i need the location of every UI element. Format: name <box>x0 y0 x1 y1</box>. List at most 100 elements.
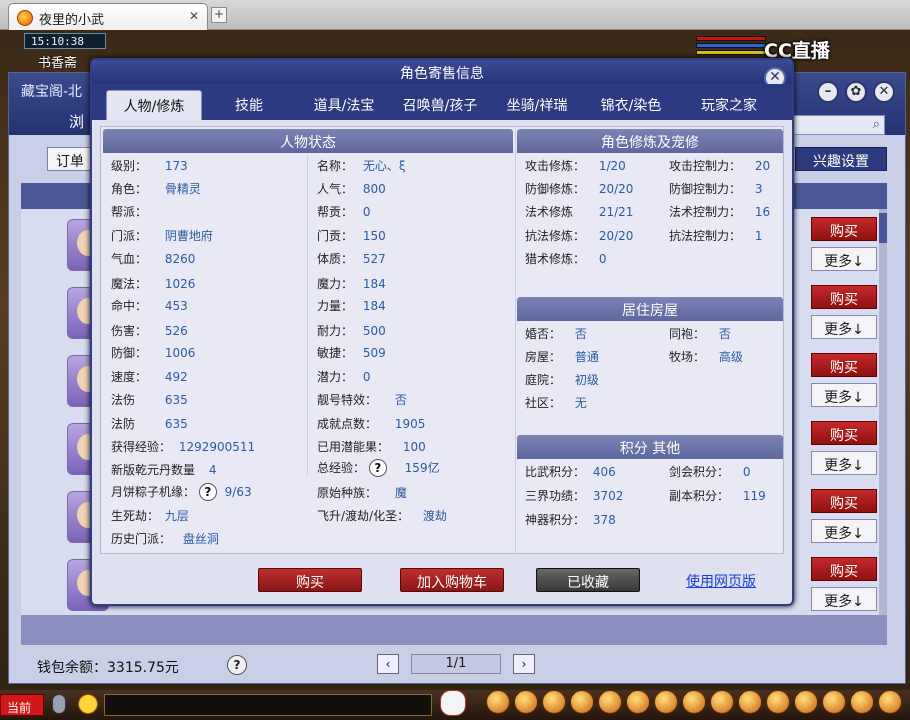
points-arena: 比武积分： 406 <box>525 465 616 479</box>
listing-more-button[interactable]: 更多↓ <box>811 383 877 407</box>
emoji-icon[interactable] <box>78 694 98 714</box>
listing-buy-button[interactable]: 购买 <box>811 285 877 309</box>
window-close-icon[interactable]: ✕ <box>873 81 895 103</box>
points-artifact: 神器积分： 378 <box>525 513 616 527</box>
browser-tab[interactable]: 夜里的小武 ✕ <box>8 3 208 30</box>
cultivation-attack: 攻击修炼： 1/20 <box>525 159 626 173</box>
status-column-divider <box>307 155 308 475</box>
stat-guild-contribution: 帮贡： 0 <box>317 205 371 219</box>
stat-history-school: 历史门派： 盘丝洞 <box>111 532 219 546</box>
listing-scrollbar[interactable] <box>879 209 887 615</box>
listing-more-button[interactable]: 更多↓ <box>811 451 877 475</box>
tab-outfits-dye[interactable]: 锦衣/染色 <box>586 90 676 120</box>
buy-button[interactable]: 购买 <box>258 568 362 592</box>
map-location: 书香斋 <box>38 56 78 71</box>
mooncake-help-icon[interactable]: ? <box>198 483 217 501</box>
housing-house: 房屋： 普通 <box>525 350 599 364</box>
panel-divider <box>515 127 516 555</box>
housing-ranch: 牧场： 高级 <box>669 350 743 364</box>
listing-more-button[interactable]: 更多↓ <box>811 587 877 611</box>
chat-channel-current-button[interactable]: 当前 <box>0 694 44 716</box>
hotbar-item-icon[interactable] <box>710 690 734 714</box>
stat-magic-power: 魔力： 184 <box>317 277 386 291</box>
stat-constitution: 体质： 527 <box>317 252 386 266</box>
hotbar-item-icon[interactable] <box>682 690 706 714</box>
stat-hp: 气血： 8260 <box>111 252 196 266</box>
control-defense: 防御控制力： 3 <box>669 182 763 196</box>
chat-input[interactable] <box>104 694 432 716</box>
stat-agility: 敏捷： 509 <box>317 346 386 360</box>
hotbar-item-icon[interactable] <box>878 690 902 714</box>
wallet-help-icon[interactable]: ? <box>227 655 247 675</box>
listing-buy-button[interactable]: 购买 <box>811 557 877 581</box>
stat-qianyuan-count: 新版乾元丹数量 4 <box>111 463 217 477</box>
hotbar-item-icon[interactable] <box>654 690 678 714</box>
stat-name: 名称： 无心、ξ <box>317 159 406 173</box>
search-icon[interactable]: ⌕ <box>873 117 880 132</box>
tab-items-treasures[interactable]: 道具/法宝 <box>298 90 390 120</box>
housing-sworn: 同袍： 否 <box>669 327 731 341</box>
settings-gear-icon[interactable]: ✿ <box>845 81 867 103</box>
hotbar-item-icon[interactable] <box>822 690 846 714</box>
listing-more-button[interactable]: 更多↓ <box>811 519 877 543</box>
total-exp-help-icon[interactable]: ? <box>368 459 387 477</box>
minimize-icon[interactable]: – <box>817 81 839 103</box>
hotbar-item-icon[interactable] <box>626 690 650 714</box>
tab-close-icon[interactable]: ✕ <box>189 9 199 23</box>
listing-buy-button[interactable]: 购买 <box>811 421 877 445</box>
new-tab-button[interactable]: + <box>211 7 227 23</box>
hotbar-item-icon[interactable] <box>570 690 594 714</box>
scrollbar-thumb[interactable] <box>879 213 887 243</box>
hotbar-item-icon[interactable] <box>850 690 874 714</box>
add-to-cart-button[interactable]: 加入购物车 <box>400 568 504 592</box>
hotbar-item-icon[interactable] <box>794 690 818 714</box>
listing-buy-button[interactable]: 购买 <box>811 489 877 513</box>
stat-used-potential-fruit: 已用潜能果： 100 <box>317 440 426 454</box>
stat-vanity-effect: 靓号特效： 否 <box>317 393 407 407</box>
pet-mascot-icon[interactable] <box>440 690 466 716</box>
browser-tab-bar: 夜里的小武 ✕ + <box>0 0 910 30</box>
mp-bar <box>696 43 766 48</box>
listing-footer <box>21 615 887 645</box>
tab-character[interactable]: 人物/修炼 <box>106 90 202 120</box>
tab-skills[interactable]: 技能 <box>212 90 286 120</box>
exp-bar <box>696 50 766 55</box>
listing-more-button[interactable]: 更多↓ <box>811 247 877 271</box>
treasure-window-nav[interactable]: 浏 <box>69 111 84 132</box>
stat-speed: 速度： 492 <box>111 370 188 384</box>
hp-bar <box>696 36 766 41</box>
hotbar-item-icon[interactable] <box>514 690 538 714</box>
housing-courtyard: 庭院： 初级 <box>525 373 599 387</box>
pager-page-indicator: 1/1 <box>411 654 501 674</box>
housing-married: 婚否： 否 <box>525 327 587 341</box>
browser-tab-title: 夜里的小武 <box>39 13 105 28</box>
character-consignment-dialog: 角色寄售信息 ✕ 人物/修炼 技能 道具/法宝 召唤兽/孩子 坐骑/祥瑞 锦衣/… <box>90 58 794 606</box>
search-input[interactable]: ⌕ <box>789 115 885 135</box>
interest-settings-button[interactable]: 兴趣设置 <box>795 147 887 171</box>
hotbar-item-icon[interactable] <box>486 690 510 714</box>
use-web-version-link[interactable]: 使用网页版 <box>686 571 756 591</box>
collected-button[interactable]: 已收藏 <box>536 568 640 592</box>
tab-summons-children[interactable]: 召唤兽/孩子 <box>392 90 488 120</box>
window-controls: – ✿ ✕ <box>811 81 895 103</box>
stat-experience: 获得经验： 1292900511 <box>111 440 256 454</box>
stat-magic-defense: 法防 635 <box>111 417 188 431</box>
microphone-icon[interactable] <box>52 694 66 714</box>
hotbar-item-icon[interactable] <box>598 690 622 714</box>
pager-prev-button[interactable]: ‹ <box>377 654 399 674</box>
hotbar-item-icon[interactable] <box>766 690 790 714</box>
listing-more-button[interactable]: 更多↓ <box>811 315 877 339</box>
stat-achievement-points: 成就点数： 1905 <box>317 417 426 431</box>
treasure-window-title: 藏宝阁-北 <box>21 84 83 100</box>
listing-buy-button[interactable]: 购买 <box>811 353 877 377</box>
tab-mounts[interactable]: 坐骑/祥瑞 <box>494 90 580 120</box>
cultivation-resist: 抗法修炼： 20/20 <box>525 229 634 243</box>
hotbar-item-icon[interactable] <box>738 690 762 714</box>
points-merit: 三界功绩： 3702 <box>525 489 624 503</box>
hotbar-item-icon[interactable] <box>542 690 566 714</box>
tab-player-home[interactable]: 玩家之家 <box>682 90 776 120</box>
pager-next-button[interactable]: › <box>513 654 535 674</box>
points-dungeon: 副本积分： 119 <box>669 489 766 503</box>
housing-community: 社区： 无 <box>525 396 587 410</box>
listing-buy-button[interactable]: 购买 <box>811 217 877 241</box>
